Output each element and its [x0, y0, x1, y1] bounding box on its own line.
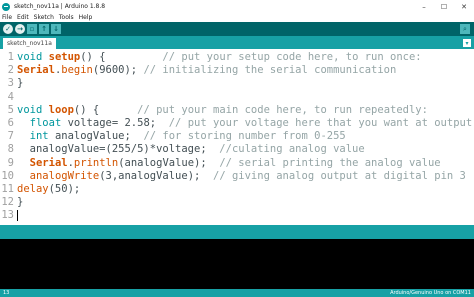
code-token: () {: [73, 103, 100, 116]
code-line: }: [17, 77, 23, 89]
line-number: 5: [7, 103, 14, 116]
menu-help[interactable]: Help: [79, 13, 93, 22]
code-token: analogValue;: [48, 130, 144, 143]
code-line: analogValue=(255/5)*voltage; //culating …: [17, 143, 365, 155]
code-token: Serial: [17, 64, 55, 77]
code-token: Serial: [29, 156, 68, 169]
code-token: (3,analogValue);: [99, 169, 213, 182]
code-token: analogValue=(255/5)*voltage;: [17, 143, 220, 156]
line-number: 2: [7, 64, 14, 77]
arduino-logo-icon: [2, 2, 10, 11]
open-sketch-button[interactable]: ↑: [39, 24, 49, 34]
line-number: 13: [1, 209, 14, 222]
window-title: sketch_nov11a | Arduino 1.8.8: [14, 3, 106, 10]
window-controls: – ☐ ✕: [414, 0, 474, 13]
line-number: 10: [1, 169, 14, 182]
code-line: Serial.begin(9600); // initializing the …: [17, 64, 396, 76]
text-cursor: [17, 210, 18, 222]
code-token: // serial printing the analog value: [219, 156, 441, 169]
code-line: int analogValue; // for storing number f…: [17, 130, 346, 142]
close-button[interactable]: ✕: [454, 0, 474, 13]
code-token: //culating analog value: [219, 143, 365, 156]
code-token: void: [17, 51, 43, 63]
line-number: 4: [7, 90, 14, 103]
tab-bar: sketch_nov11a ▾: [0, 36, 474, 49]
line-number: 11: [1, 183, 14, 195]
status-line-number: 13: [3, 290, 10, 296]
code-line: delay(50);: [17, 183, 80, 195]
console-output: [0, 239, 474, 289]
code-token: }: [17, 77, 24, 90]
code-token: // for storing number from 0-255: [143, 130, 346, 143]
code-token: (9600);: [92, 64, 144, 77]
status-bar: 13 Arduino/Genuino Uno on COM11: [0, 289, 474, 297]
code-token: println: [73, 156, 119, 169]
maximize-button[interactable]: ☐: [434, 0, 454, 13]
serial-monitor-button[interactable]: ⌕: [460, 24, 470, 34]
code-token: begin: [61, 64, 93, 77]
menu-file[interactable]: File: [2, 13, 12, 22]
code-token: () {: [80, 51, 106, 63]
code-token: analogWrite: [29, 169, 100, 182]
title-bar: sketch_nov11a | Arduino 1.8.8 – ☐ ✕: [0, 0, 474, 13]
code-token: float: [29, 117, 62, 129]
line-number: 8: [7, 143, 14, 156]
code-token: void: [17, 103, 43, 116]
code-token: // initializing the serial communication: [143, 64, 397, 77]
code-token: (50);: [48, 183, 81, 195]
code-token: }: [17, 196, 24, 209]
editor-console-divider[interactable]: [0, 225, 474, 239]
code-editor[interactable]: 1 2 3 4 5 6 7 8 9 10 11 12 13 void setup() { // put y…: [0, 49, 474, 225]
line-number: 12: [1, 196, 14, 209]
line-number: 7: [7, 130, 14, 143]
minimize-button[interactable]: –: [414, 0, 434, 13]
line-number: 3: [7, 77, 14, 90]
menu-edit[interactable]: Edit: [17, 13, 29, 22]
menu-tools[interactable]: Tools: [59, 13, 74, 22]
menu-bar: File Edit Sketch Tools Help: [0, 13, 474, 22]
status-board-port: Arduino/Genuino Uno on COM11: [390, 290, 471, 296]
code-token: // giving analog output at digital pin 3: [213, 169, 466, 182]
save-sketch-button[interactable]: ↓: [51, 24, 61, 34]
menu-sketch[interactable]: Sketch: [34, 13, 54, 22]
code-token: // put your setup code here, to run once…: [105, 51, 422, 63]
verify-button[interactable]: ✓: [3, 24, 13, 34]
new-sketch-button[interactable]: ▫: [27, 24, 37, 34]
code-token: (analogValue);: [118, 156, 220, 169]
code-line: analogWrite(3,analogValue); // giving an…: [17, 170, 466, 182]
code-token: // put your voltage here that you want a…: [168, 117, 473, 129]
code-token: // put your main code here, to run repea…: [99, 103, 428, 116]
code-line: }: [17, 196, 23, 208]
line-number: 9: [7, 156, 14, 169]
tab-sketch[interactable]: sketch_nov11a: [3, 38, 56, 49]
code-token: loop: [48, 103, 74, 116]
upload-button[interactable]: →: [15, 24, 25, 34]
code-token: setup: [48, 51, 81, 63]
code-line: void loop() { // put your main code here…: [17, 104, 428, 116]
code-token: voltage= 2.58;: [61, 117, 169, 129]
toolbar: ✓ → ▫ ↑ ↓ ⌕: [0, 22, 474, 36]
code-line: Serial.println(analogValue); // serial p…: [17, 157, 441, 169]
code-line: void setup() { // put your setup code he…: [17, 51, 422, 63]
line-number: 6: [7, 117, 14, 129]
tab-menu-button[interactable]: ▾: [463, 39, 471, 47]
code-token: delay: [17, 183, 49, 195]
code-line: float voltage= 2.58; // put your voltage…: [17, 117, 474, 129]
code-token: int: [29, 130, 49, 143]
line-number: 1: [7, 51, 14, 63]
